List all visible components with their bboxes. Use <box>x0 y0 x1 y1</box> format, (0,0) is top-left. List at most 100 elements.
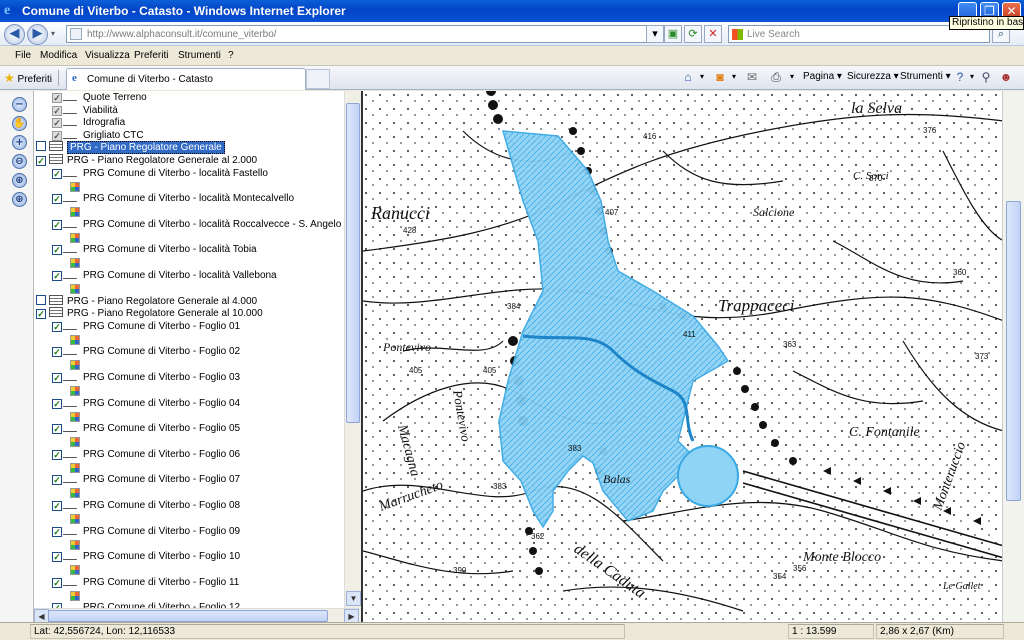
layer-item[interactable]: ✓ PRG Comune di Viterbo - località Roccal… <box>52 217 341 232</box>
layer-checkbox[interactable]: ✓ <box>52 168 62 179</box>
layer-checkbox[interactable]: ✓ <box>52 347 62 358</box>
layer-checkbox[interactable]: ✓ <box>52 398 62 409</box>
strumenti-menu[interactable]: Strumenti ▾ <box>900 71 951 82</box>
layer-item[interactable]: ✓ PRG Comune di Viterbo - Foglio 10 <box>52 550 240 564</box>
map-canvas[interactable]: la Selva C. Sorci Salcione Ranucci Trapp… <box>363 91 1002 622</box>
layer-item[interactable]: ✓ PRG Comune di Viterbo - Foglio 08 <box>52 499 240 513</box>
messenger-icon[interactable]: ☻ <box>998 69 1014 85</box>
menu-modifica[interactable]: Modifica <box>40 50 77 61</box>
print-icon[interactable]: ⎙ <box>768 69 784 85</box>
pan-icon[interactable]: ✋ <box>12 116 27 131</box>
layer-checkbox[interactable] <box>36 141 46 152</box>
layer-label[interactable]: PRG Comune di Viterbo - località Fastell… <box>83 168 268 179</box>
layer-checkbox[interactable]: ✓ <box>52 501 62 511</box>
layer-item[interactable]: ✓PRG Comune di Viterbo - Foglio 12 <box>52 601 240 608</box>
menu-visualizza[interactable]: Visualizza <box>85 50 130 61</box>
favorites-button[interactable]: ★ Preferiti <box>4 71 52 85</box>
scrollbar-thumb[interactable] <box>48 610 328 622</box>
history-dropdown-icon[interactable]: ▾ <box>51 29 55 38</box>
layer-checkbox[interactable]: ✓ <box>52 552 62 563</box>
layer-checkbox[interactable]: ✓ <box>52 449 62 460</box>
layer-label[interactable]: PRG Comune di Viterbo - località Tobia <box>83 244 257 255</box>
layer-checkbox[interactable]: ✓ <box>52 130 62 141</box>
stop-icon[interactable]: ✕ <box>704 25 722 43</box>
layer-label[interactable]: PRG Comune di Viterbo - Foglio 04 <box>83 398 240 409</box>
research-icon[interactable]: ⚲ <box>978 69 994 85</box>
menu-strumenti[interactable]: Strumenti <box>178 50 221 61</box>
address-dropdown-icon[interactable]: ▾ <box>646 25 664 43</box>
layer-checkbox[interactable]: ✓ <box>52 194 62 205</box>
layer-item[interactable]: ✓ PRG Comune di Viterbo - Foglio 09 <box>52 524 240 539</box>
layer-checkbox[interactable]: ✓ <box>52 475 62 486</box>
layer-label[interactable]: PRG Comune di Viterbo - Foglio 06 <box>83 449 240 460</box>
layer-checkbox[interactable]: ✓ <box>52 219 62 230</box>
zoom-in-icon[interactable]: + <box>12 135 27 150</box>
address-field[interactable]: http://www.alphaconsult.it/comune_viterb… <box>66 25 662 43</box>
zoom-in-area-icon[interactable]: ⊕ <box>12 192 27 207</box>
zoom-out-icon[interactable]: − <box>12 97 27 112</box>
new-tab-button[interactable] <box>306 69 330 89</box>
layer-item[interactable]: ✓ PRG Comune di Viterbo - località Valleb… <box>52 269 277 283</box>
layer-label[interactable]: PRG Comune di Viterbo - Foglio 05 <box>83 423 240 434</box>
layer-item[interactable]: ✓ PRG Comune di Viterbo - Foglio 06 <box>52 447 240 462</box>
layer-tree-vertical-scrollbar[interactable]: ▼ <box>344 91 361 608</box>
layer-checkbox[interactable]: ✓ <box>52 321 62 332</box>
layer-checkbox[interactable]: ✓ <box>52 577 62 588</box>
layer-label[interactable]: PRG - Piano Regolatore Generale <box>67 141 225 155</box>
layer-label[interactable]: Idrografia <box>83 117 125 128</box>
menu-preferiti[interactable]: Preferiti <box>134 50 168 61</box>
layer-checkbox[interactable]: ✓ <box>52 373 62 383</box>
layer-item[interactable]: ✓ PRG Comune di Viterbo - Foglio 02 <box>52 345 240 359</box>
feeds-dropdown-icon[interactable]: ▾ <box>726 69 742 85</box>
mail-icon[interactable]: ✉ <box>744 69 760 85</box>
layer-item[interactable]: ✓ PRG Comune di Viterbo - località Tobia <box>52 243 257 257</box>
layer-label[interactable]: PRG Comune di Viterbo - Foglio 08 <box>83 500 240 511</box>
layer-checkbox[interactable]: ✓ <box>52 118 62 129</box>
refresh-icon[interactable]: ⟳ <box>684 25 702 43</box>
layer-item[interactable]: ✓ PRG Comune di Viterbo - Foglio 11 <box>52 575 239 590</box>
layer-label[interactable]: PRG Comune di Viterbo - Foglio 10 <box>83 551 240 562</box>
layer-checkbox[interactable]: ✓ <box>52 424 62 435</box>
layer-label[interactable]: PRG - Piano Regolatore Generale al 2.000 <box>67 155 257 166</box>
layer-checkbox[interactable]: ✓ <box>52 93 62 103</box>
layer-checkbox[interactable]: ✓ <box>52 271 62 281</box>
scrollbar-thumb[interactable] <box>346 103 360 423</box>
tab-comune-viterbo[interactable]: e Comune di Viterbo - Catasto <box>66 68 306 90</box>
sicurezza-menu[interactable]: Sicurezza ▾ <box>847 71 899 82</box>
window-title-bar[interactable]: e Comune di Viterbo - Catasto - Windows … <box>0 0 1024 22</box>
layer-checkbox[interactable]: ✓ <box>52 526 62 537</box>
layer-checkbox[interactable] <box>36 294 46 305</box>
scrollbar-thumb[interactable] <box>1006 201 1021 501</box>
layer-tree-horizontal-scrollbar[interactable]: ◀ ▶ <box>34 608 361 624</box>
layer-item[interactable]: ✓ PRG Comune di Viterbo - Foglio 04 <box>52 396 240 411</box>
layer-label[interactable]: PRG Comune di Viterbo - Foglio 11 <box>83 577 239 588</box>
layer-checkbox[interactable]: ✓ <box>52 245 62 256</box>
back-button[interactable]: ◀ <box>4 24 25 45</box>
zoom-full-extent-icon[interactable]: ⊕ <box>12 173 27 188</box>
layer-checkbox[interactable]: ✓ <box>36 156 46 166</box>
layer-label[interactable]: PRG Comune di Viterbo - Foglio 03 <box>83 372 240 383</box>
layer-checkbox[interactable]: ✓ <box>52 105 62 116</box>
map-view[interactable]: la Selva C. Sorci Salcione Ranucci Trapp… <box>361 91 1002 622</box>
home-dropdown-icon[interactable]: ▾ <box>694 69 710 85</box>
layer-label[interactable]: PRG - Piano Regolatore Generale al 10.00… <box>67 308 263 319</box>
layer-label[interactable]: Quote Terreno <box>83 92 147 103</box>
menu-help[interactable]: ? <box>228 50 234 61</box>
layer-label[interactable]: PRG - Piano Regolatore Generale al 4.000 <box>67 296 257 307</box>
forward-button[interactable]: ▶ <box>27 24 48 45</box>
layer-label[interactable]: Grigliato CTC <box>83 130 144 141</box>
zoom-out-area-icon[interactable]: ⊖ <box>12 154 27 169</box>
scroll-down-arrow-icon[interactable]: ▼ <box>346 591 361 606</box>
layer-item[interactable]: ✓ PRG Comune di Viterbo - Foglio 05 <box>52 422 240 436</box>
layer-label[interactable]: PRG Comune di Viterbo - Foglio 01 <box>83 321 240 332</box>
layer-item[interactable]: ✓ PRG Comune di Viterbo - località Montec… <box>52 192 294 206</box>
layer-label[interactable]: PRG Comune di Viterbo - località Vallebo… <box>83 270 277 281</box>
layer-item[interactable]: ✓ PRG Comune di Viterbo - Foglio 01 <box>52 319 240 334</box>
page-vertical-scrollbar[interactable] <box>1002 91 1024 622</box>
layer-checkbox[interactable]: ✓ <box>36 309 46 320</box>
layer-label[interactable]: PRG Comune di Viterbo - Foglio 02 <box>83 346 240 357</box>
compatibility-icon[interactable]: ▣ <box>664 25 682 43</box>
print-dropdown-icon[interactable]: ▾ <box>784 69 800 85</box>
layer-item[interactable]: ✓ PRG Comune di Viterbo - Foglio 07 <box>52 473 240 487</box>
layer-item[interactable]: ✓ PRG Comune di Viterbo - località Fastel… <box>52 166 268 181</box>
